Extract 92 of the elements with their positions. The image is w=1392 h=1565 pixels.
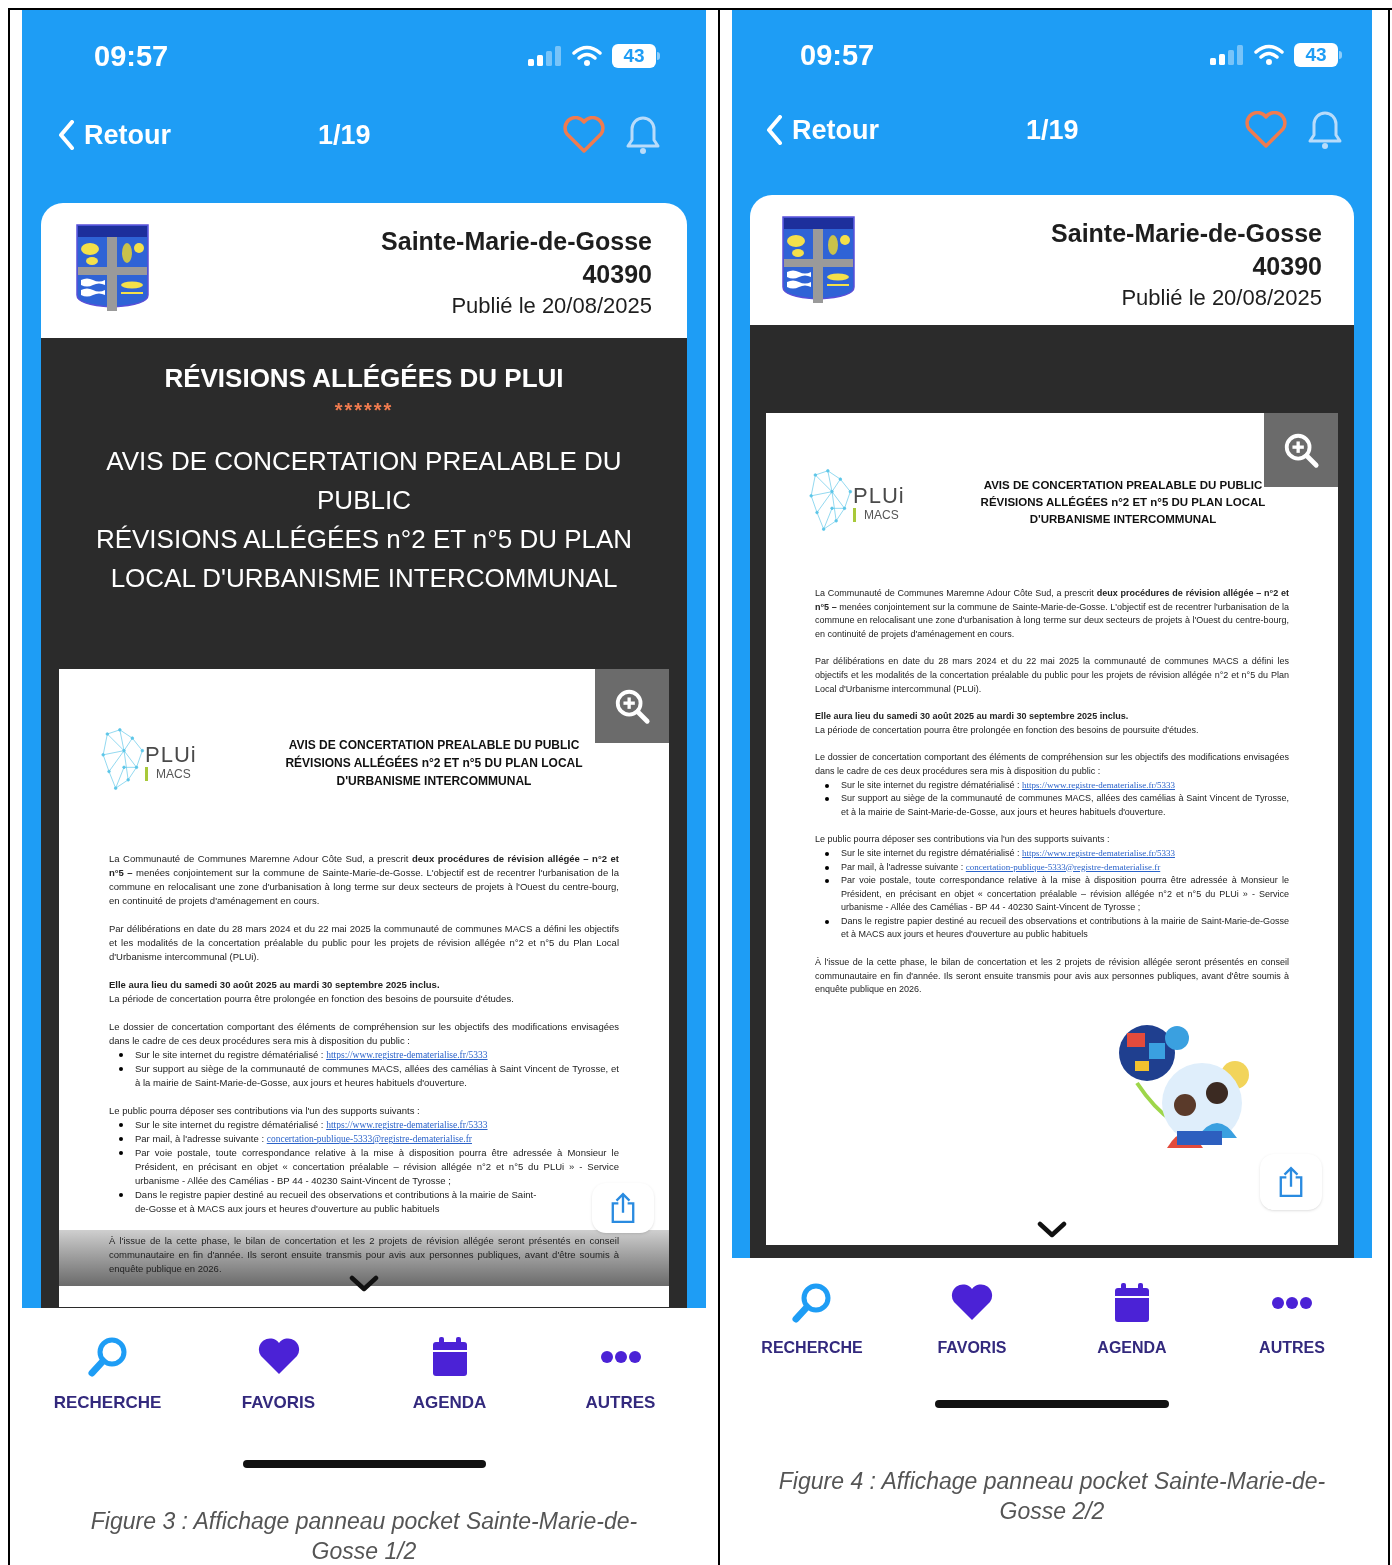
share-button[interactable] — [592, 1183, 654, 1233]
notice-heading: D'URBANISME INTERCOMMUNAL — [336, 773, 532, 790]
list-item-text: Sur le site internet du registre dématérialisé : https://www.registre-dematerialise.fr/5333 — [135, 1048, 488, 1062]
notice-paragraph: Elle aura lieu du samedi 30 août 2025 au mardi 30 septembre 2025 inclus. — [109, 978, 441, 992]
chevron-left-icon — [766, 115, 782, 145]
postcode: 40390 — [582, 259, 652, 290]
tab-button[interactable]: AGENDA — [364, 1334, 535, 1416]
list-item-text: Dans le registre papier destiné au recueil des observations et contributions à la mairie de Saint- — [135, 1188, 537, 1202]
status-time: 09:57 — [800, 38, 875, 73]
tab-button[interactable]: FAVORIS — [892, 1280, 1052, 1360]
notice-paragraph: Par délibérations en date du 28 mars 2024 et du 22 mai 2025 la communauté de communes MACS a défini les objectifs et les modalités de la concertation préalable du public pour les projets de révision allégée n°2 et n°5 du Plan Local d'Urbanisme intercommunal (PLUi). — [109, 922, 619, 964]
notice-paragraph: Elle aura lieu du samedi 30 août 2025 au mardi 30 septembre 2025 inclus. — [815, 710, 1130, 724]
chevron-down-icon[interactable] — [349, 1275, 379, 1293]
page-counter: 1/19 — [318, 118, 371, 152]
list-intro: Le dossier de concertation comportant des éléments de compréhension sur les objectifs des modifications envisagées dans le cadre de ces deux procédures sera mis à disposition du public : — [109, 1020, 619, 1048]
crest-icon — [75, 223, 150, 313]
list-item-text: Sur le site internet du registre dématérialisé : https://www.registre-dematerialise.fr/5333 — [135, 1118, 488, 1132]
notice-paragraph: La période de concertation pourra être prolongée en fonction des besoins de poursuite d'études. — [815, 723, 1200, 737]
list-item-text: Dans le registre papier destiné au recueil des observations et contributions à la mairie de Saint-Marie-de-Gosse et à MACS aux jours et heures d'ouverture au public habituels — [841, 914, 1289, 942]
banner-line: RÉVISIONS ALLÉGÉES n°2 ET n°5 DU PLAN LOCAL D'URBANISME INTERCOMMUNAL — [94, 523, 634, 595]
postcode: 40390 — [1252, 251, 1322, 282]
list-intro: Le public pourra déposer ses contributions via l'un des supports suivants : — [815, 833, 1111, 847]
zoom-in-icon — [613, 687, 651, 725]
publish-date: Publié le 20/08/2025 — [451, 292, 652, 320]
page-counter: 1/19 — [1026, 113, 1079, 147]
list-item-text: Sur le site internet du registre dématérialisé : https://www.registre-dematerialise.fr/5333 — [841, 778, 1175, 792]
notice-heading: RÉVISIONS ALLÉGÉES n°2 ET n°5 DU PLAN LOCAL — [285, 754, 583, 772]
logo-text: PLUi — [853, 484, 905, 508]
tab-button[interactable]: FAVORIS — [193, 1334, 364, 1416]
list-intro: Le public pourra déposer ses contributions via l'un des supports suivants : — [109, 1104, 421, 1118]
signal-icon — [528, 46, 562, 66]
wifi-icon — [572, 45, 602, 67]
chevron-down-icon[interactable] — [1037, 1221, 1067, 1239]
tab-button[interactable]: AGENDA — [1052, 1280, 1212, 1360]
figure-caption: Figure 4 : Affichage panneau pocket Sainte-Marie-de-Gosse 2/2 — [777, 1467, 1327, 1526]
notice-heading: AVIS DE CONCERTATION PREALABLE DU PUBLIC — [288, 737, 580, 754]
list-item-text: Sur le site internet du registre dématérialisé : https://www.registre-dematerialise.fr/5333 — [841, 846, 1175, 860]
battery-tip — [657, 52, 660, 60]
separator-stars: ****** — [334, 398, 394, 422]
notice-heading: AVIS DE CONCERTATION PREALABLE DU PUBLIC — [983, 478, 1263, 493]
notice-paragraph: La période de concertation pourra être prolongée en fonction des besoins de poursuite d'études. — [109, 992, 515, 1006]
bell-icon[interactable] — [1306, 109, 1344, 151]
notice-paragraph: À l'issue de la cette phase, le bilan de concertation et les 2 projets de révision allégée seront présentés en conseil communautaire en fin d'année. Ils seront ensuite transmis pour avis aux personnes publiques, avant d'être soumis à enquête publique en 2026. — [815, 956, 1289, 997]
crest-icon — [781, 215, 856, 305]
logo-subtext: MACS — [145, 767, 197, 781]
zoom-button[interactable] — [1264, 413, 1338, 487]
more-icon — [1269, 1297, 1315, 1309]
link[interactable]: https://www.registre-dematerialise.fr/5333 — [326, 1050, 488, 1060]
city-name: Sainte-Marie-de-Gosse — [381, 226, 652, 257]
list-item-text: Par voie postale, toute correspondance relative à la mise à disposition pourra être adressée à Monsieur le Président, en précisant en objet « concertation préalable – révision allégée n°2 et n°5 du PLUi » - Service urbanisme - Allée des Camélias - BP 44 - 40230 Saint-Vincent de Tyrosse ; — [135, 1146, 619, 1188]
notice-heading: RÉVISIONS ALLÉGÉES n°2 ET n°5 DU PLAN LOCAL — [980, 495, 1266, 510]
notice-paragraph: La Communauté de Communes Maremne Adour Côte Sud, a prescrit deux procédures de révision allégée – n°2 et n°5 – menées conjointement sur la commune de Sainte-Marie-de-Gosse. L'objectif est de recentrer l'urbanisation de la commune en relocalisant une zone d'urbanisation à long terme sur deux secteurs de projets à l'Ouest du centre-bourg, en continuité de projets d'aménagement en cours. — [815, 587, 1289, 641]
tab-button[interactable]: RECHERCHE — [22, 1334, 193, 1416]
publish-date: Publié le 20/08/2025 — [1121, 284, 1322, 312]
link[interactable]: concertation-publique-5333@registre-dematerialise.fr — [965, 861, 1161, 872]
share-icon — [1278, 1166, 1304, 1198]
battery-level: 43 — [612, 44, 656, 68]
share-icon — [610, 1192, 636, 1224]
banner-line: AVIS DE CONCERTATION PREALABLE DU PUBLIC — [105, 445, 623, 517]
notice-paragraph: Par délibérations en date du 28 mars 2024 et du 22 mai 2025 la communauté de communes MACS a défini les objectifs et les modalités de la concertation préalable du public pour les projets de révision allégée n°2 et n°5 du Plan Local d'Urbanisme intercommunal (PLUi). — [815, 655, 1289, 696]
list-item-text: Par mail, à l'adresse suivante : concertation-publique-5333@registre-dematerialise.fr — [135, 1132, 472, 1146]
chevron-left-icon — [58, 120, 74, 150]
tab-button[interactable]: AUTRES — [535, 1334, 706, 1416]
battery-tip — [1339, 51, 1342, 59]
logo-text: PLUi — [145, 743, 197, 767]
figure-caption: Figure 3 : Affichage panneau pocket Sainte-Marie-de-Gosse 1/2 — [89, 1507, 639, 1565]
tab-button[interactable]: AUTRES — [1212, 1280, 1372, 1360]
list-item-text: de-Gosse et à MACS aux jours et heures d'ouverture au public habituels — [135, 1202, 441, 1216]
banner-title: RÉVISIONS ALLÉGÉES DU PLUI — [164, 362, 564, 394]
list-item-text: Par mail, à l'adresse suivante : concertation-publique-5333@registre-dematerialise.fr — [841, 860, 1161, 874]
list-item-text: Sur support au siège de la communauté de communes MACS, allées des camélias à Saint Vincent de Tyrosse, et à la mairie de Saint-Marie-de-Gosse, aux jours et heures habituels d'ouverture. — [135, 1062, 619, 1090]
status-time: 09:57 — [94, 39, 169, 74]
tab-button[interactable]: RECHERCHE — [732, 1280, 892, 1360]
notice-paragraph: La Communauté de Communes Maremne Adour Côte Sud, a prescrit deux procédures de révision allégée – n°2 et n°5 – menées conjointement sur la commune de Sainte-Marie-de-Gosse. L'objectif est de recentrer l'urbanisation de la commune en relocalisant une zone d'urbanisation à long terme sur deux secteurs de projets à l'Ouest du centre-bourg, en continuité de projets d'aménagement en cours. — [109, 852, 619, 908]
list-item-text: Sur support au siège de la communauté de communes MACS, allées des camélias à Saint Vincent de Tyrosse, et à la mairie de Saint-Marie-de-Gosse, aux jours et heures habituels d'ouverture. — [841, 792, 1289, 819]
bell-icon[interactable] — [624, 114, 662, 156]
notice-heading: D'URBANISME INTERCOMMUNAL — [1029, 512, 1217, 527]
share-button[interactable] — [1260, 1154, 1322, 1210]
zoom-button[interactable] — [595, 669, 669, 743]
list-item-text: Par voie postale, toute correspondance relative à la mise à disposition pourra être adressée à Monsieur le Président, en précisant en objet « concertation préalable – révision allégée n°2 et n°5 du PLUi » - Service urbanisme - Allée des Camélias - BP 44 - 40230 Saint-Vincent de Tyrosse ; — [841, 874, 1289, 915]
city-name: Sainte-Marie-de-Gosse — [1051, 218, 1322, 249]
link[interactable]: concertation-publique-5333@registre-dematerialise.fr — [266, 1134, 472, 1144]
notice-paragraph: À l'issue de la cette phase, le bilan de concertation et les 2 projets de révision allégée seront présentés en conseil communautaire en fin d'année. Ils seront ensuite transmis pour avis aux personnes publiques, avant d'être soumis à enquête publique en 2026. — [109, 1234, 619, 1276]
battery-level: 43 — [1294, 43, 1338, 67]
signal-icon — [1210, 45, 1244, 65]
zoom-in-icon — [1282, 431, 1320, 469]
link[interactable]: https://www.registre-dematerialise.fr/5333 — [326, 1120, 488, 1130]
link[interactable]: https://www.registre-dematerialise.fr/5333 — [1022, 847, 1175, 858]
wifi-icon — [1254, 44, 1284, 66]
list-intro: Le dossier de concertation comportant des éléments de compréhension sur les objectifs des modifications envisagées dans le cadre de ces deux procédures sera mis à disposition du public : — [815, 751, 1289, 778]
link[interactable]: https://www.registre-dematerialise.fr/5333 — [1022, 779, 1175, 790]
logo-subtext: MACS — [853, 508, 905, 522]
